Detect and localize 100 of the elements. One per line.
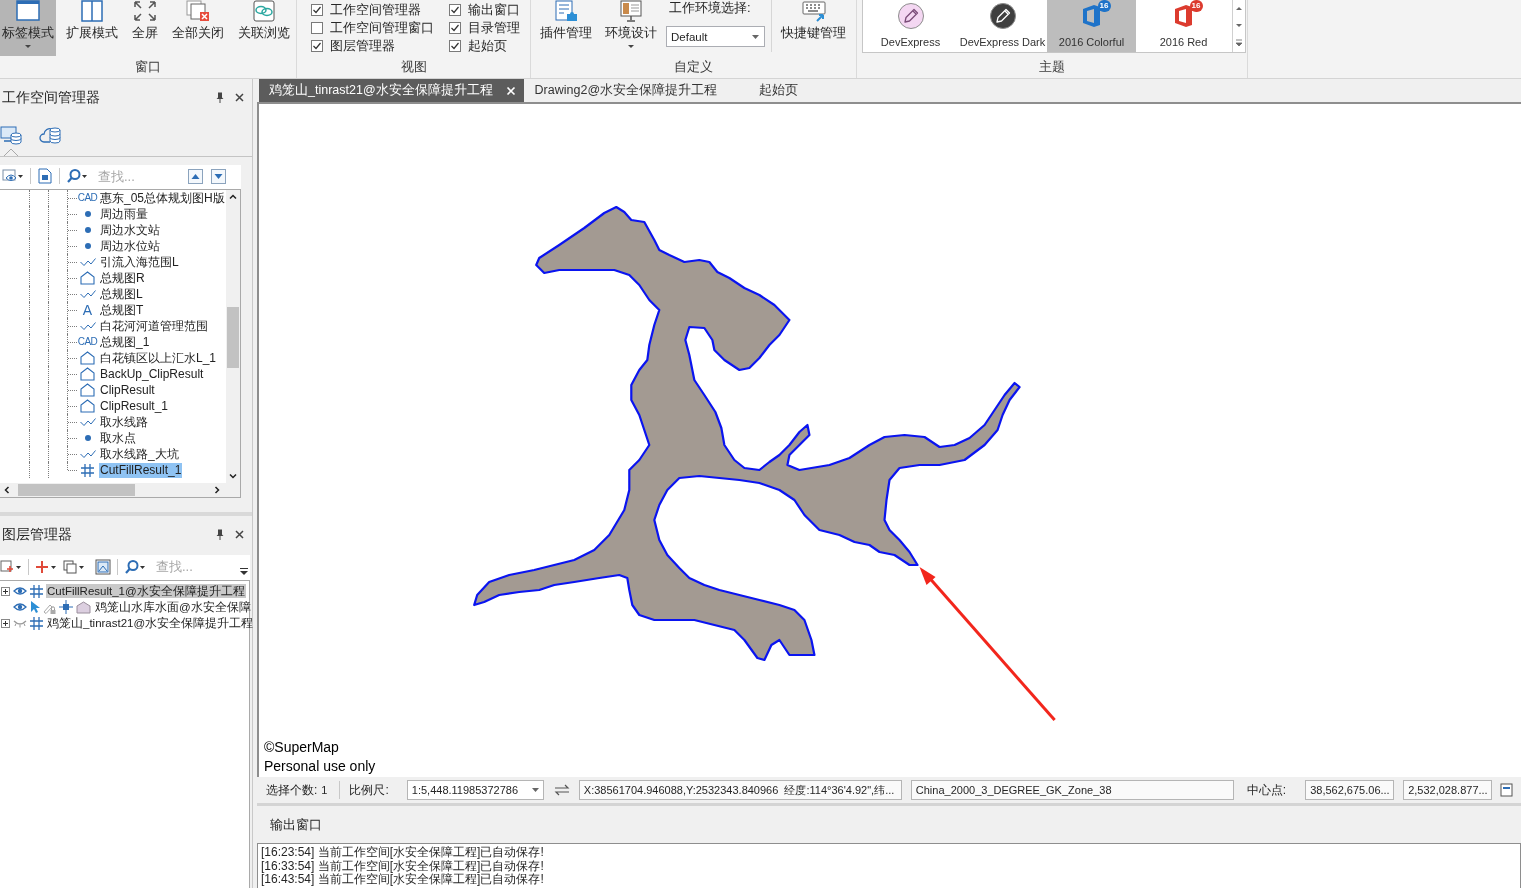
pin-icon[interactable] bbox=[216, 92, 224, 103]
layer-item[interactable]: CutFillResult_1@水安全保障提升工程 bbox=[46, 584, 246, 598]
tree-item[interactable]: 周边雨量 bbox=[99, 206, 149, 222]
coordinates-field: X:38561704.946088,Y:2532343.840966 经度:114°36'4.92",纬... bbox=[578, 780, 902, 800]
tree-item[interactable]: 引流入海范围L bbox=[99, 254, 180, 270]
scrollbar-thumb[interactable] bbox=[18, 484, 135, 496]
notch-icon bbox=[4, 149, 18, 156]
version-badge: 16 bbox=[1189, 0, 1203, 12]
ribbon-button[interactable]: 全部关闭 bbox=[168, 0, 228, 56]
tree-item[interactable]: 总规图T bbox=[99, 302, 145, 318]
arrow-down-icon[interactable] bbox=[211, 168, 226, 184]
caret-icon bbox=[531, 788, 539, 792]
tree-item[interactable]: 总规图_1 bbox=[99, 334, 151, 350]
image-icon[interactable] bbox=[95, 558, 111, 575]
log-line: [16:23:54] 当前工作空间[水安全保障工程]已自动保存! bbox=[261, 846, 545, 859]
checkbox-label[interactable]: 工作空间管理窗口 bbox=[330, 20, 434, 36]
group-label: 视图 bbox=[399, 58, 428, 76]
checkbox-label[interactable]: 目录管理 bbox=[468, 20, 520, 36]
tree-item[interactable]: ClipResult_1 bbox=[99, 398, 170, 414]
theme-option[interactable]: DevExpress Dark bbox=[958, 0, 1047, 52]
dot-icon bbox=[84, 211, 91, 217]
theme-option[interactable]: 16 2016 Red bbox=[1136, 0, 1231, 52]
license-notice: Personal use only bbox=[264, 757, 376, 776]
checkbox[interactable] bbox=[311, 22, 323, 34]
document-tab[interactable]: 起始页 bbox=[749, 79, 830, 102]
tree-item[interactable]: 取水点 bbox=[99, 430, 137, 446]
tree-item[interactable]: 周边水位站 bbox=[99, 238, 161, 254]
panel-title: 图层管理器 bbox=[2, 525, 73, 544]
document-tab[interactable]: Drawing2@水安全保障提升工程 bbox=[524, 79, 749, 102]
polygon-icon bbox=[80, 367, 95, 381]
pin-icon[interactable] bbox=[216, 529, 224, 540]
panel-title: 工作空间管理器 bbox=[2, 88, 101, 107]
ribbon-button[interactable]: 环境设计 bbox=[601, 0, 661, 56]
group-label: 主题 bbox=[1038, 58, 1066, 76]
document-icon[interactable] bbox=[37, 168, 53, 184]
checkbox-label[interactable]: 输出窗口 bbox=[468, 2, 520, 18]
layer-item[interactable]: 鸡笼山水库水面@水安全保障 bbox=[94, 600, 252, 614]
crosshair-icon[interactable] bbox=[59, 600, 73, 614]
arrow-up-icon[interactable] bbox=[188, 168, 203, 184]
checkbox-label[interactable]: 起始页 bbox=[468, 38, 507, 54]
search-icon[interactable] bbox=[66, 168, 88, 184]
document-tab[interactable]: 鸡笼山_tinrast21@水安全保障提升工程 bbox=[259, 79, 524, 102]
tree-item[interactable]: 总规图R bbox=[99, 270, 146, 286]
close-icon[interactable] bbox=[235, 530, 244, 539]
eye-icon[interactable] bbox=[13, 602, 27, 612]
checkbox[interactable] bbox=[449, 40, 461, 52]
checkbox[interactable] bbox=[449, 22, 461, 34]
ribbon-button[interactable]: 插件管理 bbox=[536, 0, 596, 56]
checkbox-label[interactable]: 工作空间管理器 bbox=[330, 2, 421, 18]
checkbox-label[interactable]: 图层管理器 bbox=[330, 38, 395, 54]
ribbon-button[interactable]: 扩展模式 bbox=[62, 0, 122, 56]
scrollbar-thumb[interactable] bbox=[227, 307, 239, 368]
plus-icon[interactable] bbox=[35, 558, 57, 575]
swap-icon[interactable] bbox=[553, 784, 570, 796]
add-layer-icon[interactable] bbox=[0, 558, 22, 575]
tree-item[interactable]: CutFillResult_1 bbox=[99, 462, 183, 478]
checkbox[interactable] bbox=[311, 4, 323, 16]
tree-item[interactable]: BackUp_ClipResult bbox=[99, 366, 205, 382]
center-y-field: 2,532,028.877... bbox=[1403, 780, 1493, 800]
search-icon[interactable] bbox=[124, 558, 146, 575]
theme-option[interactable]: DevExpress bbox=[863, 0, 958, 52]
version-badge: 16 bbox=[1097, 0, 1111, 12]
ribbon-button[interactable]: 标签模式 bbox=[0, 0, 56, 56]
tree-item[interactable]: 惠东_05总体规划图H版 bbox=[99, 190, 226, 206]
polyline-icon bbox=[79, 290, 96, 298]
tree-item[interactable]: 周边水文站 bbox=[99, 222, 161, 238]
polyline-icon bbox=[79, 322, 96, 330]
polyline-icon bbox=[79, 450, 96, 458]
close-icon[interactable] bbox=[235, 93, 244, 102]
overflow-icon[interactable] bbox=[240, 567, 248, 576]
group-label: 窗口 bbox=[134, 58, 162, 76]
status-label: 选择个数: bbox=[266, 781, 318, 799]
eye-icon[interactable] bbox=[13, 586, 27, 596]
window-icon[interactable] bbox=[1500, 783, 1514, 797]
tree-item[interactable]: 取水线路_大坑 bbox=[99, 446, 180, 462]
caret-icon bbox=[752, 34, 759, 39]
ribbon-button[interactable]: 关联浏览 bbox=[234, 0, 294, 56]
style-swatch-icon[interactable] bbox=[76, 600, 91, 614]
environment-dropdown[interactable]: Default bbox=[666, 26, 765, 47]
scrollbar[interactable] bbox=[0, 483, 240, 497]
expand-icon[interactable] bbox=[1, 618, 10, 628]
checkbox[interactable] bbox=[449, 4, 461, 16]
ribbon-button[interactable]: 全屏 bbox=[128, 0, 162, 56]
layer-item[interactable]: 鸡笼山_tinrast21@水安全保障提升工程 bbox=[46, 616, 255, 630]
tree-item[interactable]: 取水线路 bbox=[99, 414, 149, 430]
scrollbar[interactable] bbox=[226, 190, 240, 483]
tree-item[interactable]: 白花河河道管理范围 bbox=[99, 318, 209, 334]
pointer-icon[interactable] bbox=[30, 600, 40, 614]
scale-dropdown[interactable]: 1:5,448.11985372786 bbox=[406, 780, 544, 800]
expand-icon[interactable] bbox=[1, 586, 10, 596]
tree-item[interactable]: ClipResult bbox=[99, 382, 156, 398]
center-x-field: 38,562,675.06... bbox=[1305, 780, 1395, 800]
checkbox[interactable] bbox=[311, 40, 323, 52]
theme-option[interactable]: 16 2016 Colorful bbox=[1047, 0, 1136, 52]
tree-item[interactable]: 白花镇区以上汇水L_1 bbox=[99, 350, 218, 366]
copy-icon[interactable] bbox=[63, 558, 85, 575]
log-line: [16:33:54] 当前工作空间[水安全保障工程]已自动保存! bbox=[261, 859, 545, 873]
ribbon-button[interactable]: 快捷键管理 bbox=[777, 0, 850, 56]
eye-menu-icon[interactable] bbox=[2, 168, 24, 184]
tree-item[interactable]: 总规图L bbox=[99, 286, 144, 302]
